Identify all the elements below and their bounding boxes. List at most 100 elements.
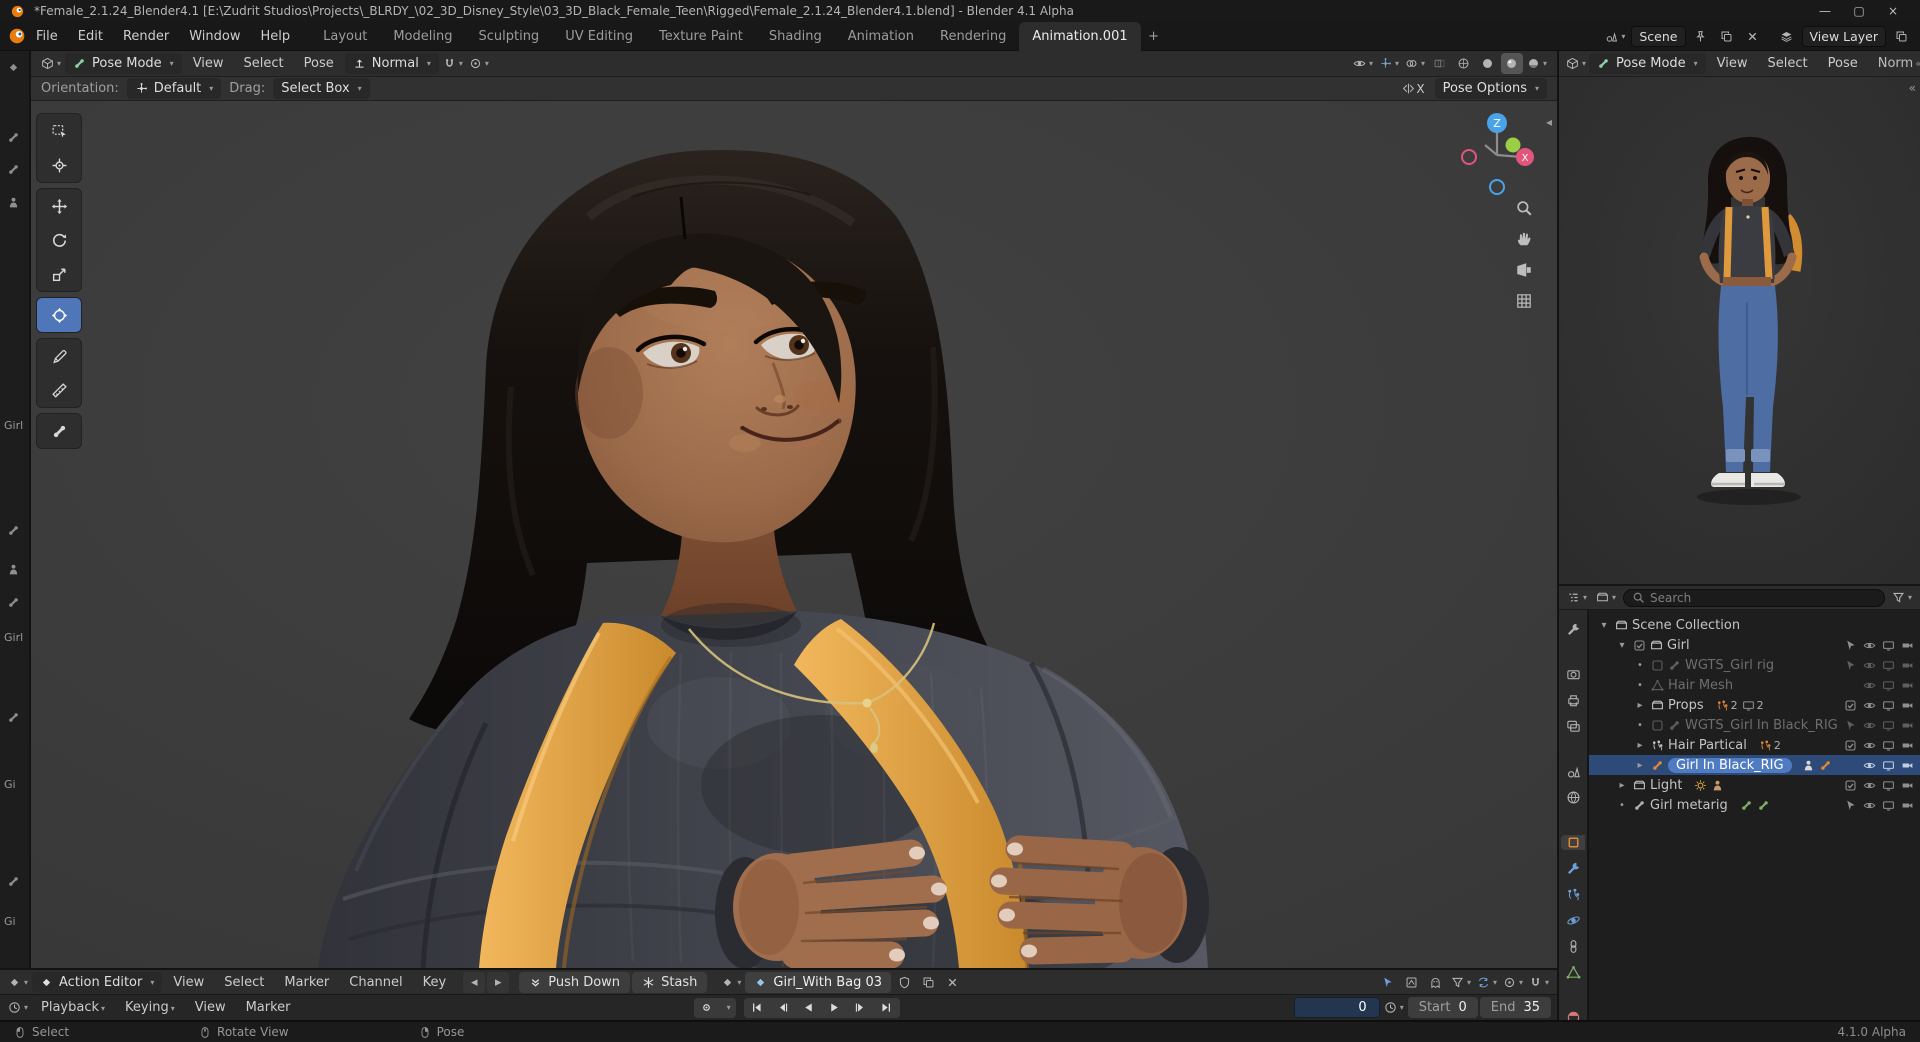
hide-viewport-icon[interactable] [1863,639,1876,652]
disable-viewport-icon[interactable] [1882,699,1895,712]
snapping-button[interactable]: ▾ [1527,972,1551,993]
jump-to-end-button[interactable] [874,998,900,1018]
outliner-search-input[interactable]: Search [1623,589,1885,607]
outliner-row-scene-collection[interactable]: ▾ Scene Collection [1589,615,1920,635]
tab-sculpting[interactable]: Sculpting [465,22,552,51]
auto-keying-toggle[interactable] [694,998,720,1018]
pose-options-dropdown[interactable]: Pose Options [1435,78,1547,99]
ghost-frames-button[interactable] [1425,972,1447,993]
shading-wireframe-button[interactable] [1453,53,1475,74]
minimize-button[interactable]: — [1808,0,1842,22]
channel-icon[interactable] [7,875,20,888]
menu-render[interactable]: Render [113,22,179,51]
mode-dropdown[interactable]: Pose Mode [65,53,182,74]
outliner-row-wgts-girl-rig[interactable]: • WGTS_Girl rig [1589,655,1920,675]
xray-toggle[interactable] [1429,53,1451,74]
shading-solid-button[interactable] [1477,53,1499,74]
transform-tool[interactable] [37,298,81,332]
channel-icon[interactable] [7,131,20,144]
new-action-button[interactable] [917,972,939,993]
add-workspace-button[interactable]: + [1141,22,1167,51]
outliner-row-girl-metarig[interactable]: • Girl metarig [1589,795,1920,815]
frame-end-field[interactable]: End35 [1480,997,1551,1018]
measure-tool[interactable] [37,373,81,407]
disable-render-icon[interactable] [1901,719,1914,732]
select-menu[interactable]: Select [215,975,273,990]
tab-animation[interactable]: Animation [835,22,927,51]
tab-object[interactable] [1561,835,1585,850]
sidebar-collapse-arrow[interactable]: ◂ [1546,115,1552,129]
disable-render-icon[interactable] [1901,759,1914,772]
outliner-row-girl[interactable]: ▾ Girl [1589,635,1920,655]
preview-viewport-canvas[interactable]: « [1559,77,1920,584]
keying-menu[interactable]: Keying▾ [116,1000,184,1015]
tab-scene[interactable] [1561,764,1585,779]
editor-type-button[interactable]: ▾ [1565,587,1589,608]
disable-viewport-icon[interactable] [1882,719,1895,732]
scene-browse-button[interactable]: ▾ [1603,26,1627,47]
disable-render-icon[interactable] [1901,639,1914,652]
disable-viewport-icon[interactable] [1882,659,1895,672]
disable-render-icon[interactable] [1901,659,1914,672]
push-down-button[interactable]: Push Down [519,972,630,993]
filter-button[interactable]: ▾ [1449,972,1473,993]
jump-to-start-button[interactable] [744,998,770,1018]
expand-icon[interactable]: ▸ [1633,700,1647,711]
select-menu[interactable]: Select [1759,56,1817,71]
tab-texture-paint[interactable]: Texture Paint [646,22,756,51]
disable-viewport-icon[interactable] [1882,639,1895,652]
blender-app-menu-icon[interactable] [8,27,26,45]
disable-viewport-icon[interactable] [1882,759,1895,772]
view-menu[interactable]: View [186,1000,235,1015]
new-scene-button[interactable] [1716,26,1738,47]
disable-viewport-icon[interactable] [1882,739,1895,752]
outliner-row-hair-mesh[interactable]: • Hair Mesh [1589,675,1920,695]
view-layer-selector[interactable]: View Layer [1802,26,1887,47]
play-button[interactable] [822,998,848,1018]
gizmos-button[interactable]: ▾ [1377,53,1401,74]
auto-keying-dropdown[interactable]: ▾ [720,998,736,1018]
disable-render-icon[interactable] [1901,739,1914,752]
selectable-icon[interactable] [1844,639,1857,652]
tab-tool[interactable] [1561,622,1585,637]
new-view-layer-button[interactable] [1890,26,1912,47]
selectable-icon[interactable] [1844,719,1857,732]
channel-label[interactable]: Girl [4,419,23,432]
rotate-tool[interactable] [37,223,81,257]
viewport-canvas[interactable]: Z X ◂ [31,101,1557,968]
object-visibility-button[interactable]: ▾ [1351,53,1375,74]
menu-help[interactable]: Help [251,22,301,51]
camera-view-icon[interactable] [1515,261,1533,279]
unlink-scene-button[interactable] [1742,26,1764,47]
tab-animation-001[interactable]: Animation.001 [1019,22,1140,51]
filter-button[interactable]: ▾ [1890,587,1914,608]
zoom-icon[interactable] [1515,199,1533,217]
play-reverse-button[interactable] [796,998,822,1018]
expand-icon[interactable]: ▸ [1615,780,1629,791]
proportional-edit-button[interactable]: ▾ [1501,972,1525,993]
navigation-gizmo[interactable]: Z X [1455,107,1539,203]
checkbox-icon[interactable] [1651,659,1664,672]
outliner-row-girl-in-black-rig[interactable]: ▸ Girl In Black_RIG [1589,755,1920,775]
editor-type-button[interactable]: ▾ [6,997,30,1018]
disable-viewport-icon[interactable] [1882,799,1895,812]
expand-icon[interactable]: ▸ [1633,760,1647,771]
pose-menu[interactable]: Pose [295,56,343,71]
tab-physics[interactable] [1561,913,1585,928]
pan-hand-icon[interactable] [1515,230,1533,248]
outliner-row-wgts-girl-in-black-rig[interactable]: • WGTS_Girl In Black_RIG [1589,715,1920,735]
channel-label[interactable]: Gi [4,778,16,791]
mirror-x-toggle[interactable]: X [1400,78,1426,99]
tab-modeling[interactable]: Modeling [380,22,465,51]
maximize-button[interactable]: ▢ [1842,0,1876,22]
tab-output[interactable] [1561,693,1585,708]
menu-window[interactable]: Window [179,22,250,51]
tab-constraints[interactable] [1561,939,1585,954]
gizmo-x-label[interactable]: X [1522,153,1529,164]
mode-dropdown[interactable]: Pose Mode [1589,53,1706,74]
channel-icon[interactable] [7,711,20,724]
hide-viewport-icon[interactable] [1863,719,1876,732]
checkbox-icon[interactable] [1844,779,1857,792]
key-menu[interactable]: Key [414,975,456,990]
menu-file[interactable]: File [26,22,68,51]
